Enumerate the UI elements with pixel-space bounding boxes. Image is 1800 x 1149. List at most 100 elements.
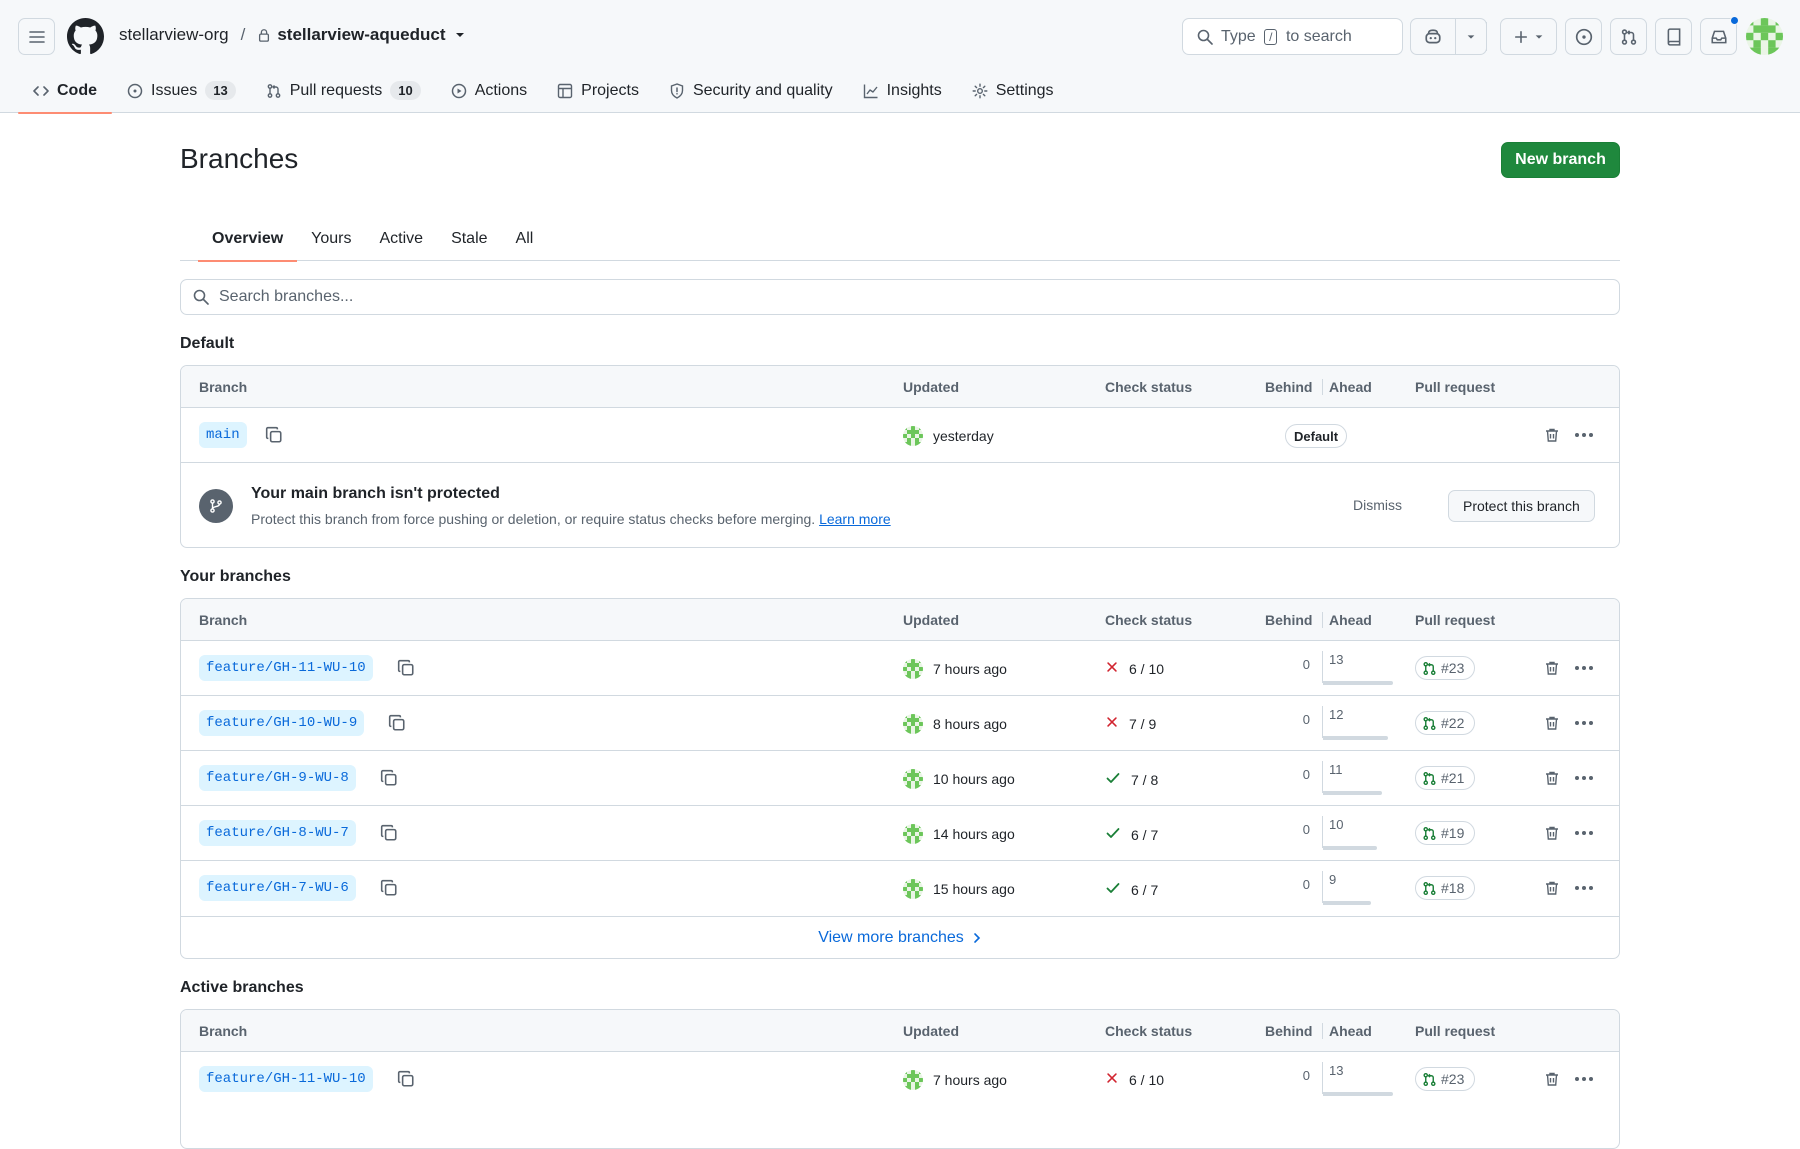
tab-issues[interactable]: Issues 13 bbox=[112, 68, 251, 113]
pull-request-link[interactable]: #18 bbox=[1415, 876, 1476, 900]
check-status[interactable]: 6 / 7 bbox=[1105, 825, 1158, 844]
branch-name-link[interactable]: feature/GH-10-WU-9 bbox=[199, 710, 365, 736]
pull-request-link[interactable]: #21 bbox=[1415, 766, 1476, 790]
ahead-bar bbox=[1323, 681, 1393, 685]
delete-branch-button[interactable] bbox=[1542, 1069, 1562, 1089]
tab-actions[interactable]: Actions bbox=[436, 68, 542, 113]
tab-security[interactable]: Security and quality bbox=[654, 68, 848, 113]
delete-branch-button[interactable] bbox=[1542, 425, 1562, 445]
git-pull-request-icon bbox=[1423, 661, 1436, 675]
copy-button[interactable] bbox=[378, 822, 400, 844]
github-logo-icon[interactable] bbox=[67, 18, 104, 55]
branch-name-link[interactable]: feature/GH-11-WU-10 bbox=[199, 1066, 373, 1092]
more-options-button[interactable] bbox=[1572, 713, 1596, 733]
check-status[interactable]: 7 / 9 bbox=[1105, 715, 1156, 732]
pull-requests-button[interactable] bbox=[1610, 18, 1647, 55]
ahead-bar bbox=[1323, 791, 1382, 795]
tab-settings[interactable]: Settings bbox=[957, 68, 1069, 113]
author-avatar[interactable] bbox=[903, 1070, 923, 1090]
branch-name-link[interactable]: feature/GH-11-WU-10 bbox=[199, 655, 373, 681]
default-badge: Default bbox=[1285, 424, 1348, 448]
branch-name-link[interactable]: feature/GH-8-WU-7 bbox=[199, 820, 356, 846]
copy-icon bbox=[380, 769, 397, 786]
copilot-dropdown-button[interactable] bbox=[1456, 19, 1486, 54]
branch-search-input[interactable] bbox=[219, 288, 1619, 306]
protect-description-text: Protect this branch from force pushing o… bbox=[251, 511, 816, 527]
tab-yours[interactable]: Yours bbox=[297, 216, 365, 261]
kebab-horizontal-icon bbox=[1575, 1077, 1593, 1081]
new-branch-button[interactable]: New branch bbox=[1501, 142, 1620, 178]
check-status[interactable]: 7 / 8 bbox=[1105, 770, 1158, 789]
col-check-status: Check status bbox=[1105, 612, 1193, 628]
tab-insights[interactable]: Insights bbox=[848, 68, 957, 113]
author-avatar[interactable] bbox=[903, 824, 923, 844]
more-options-button[interactable] bbox=[1572, 658, 1596, 678]
trash-icon bbox=[1546, 771, 1558, 785]
check-icon bbox=[1105, 825, 1121, 844]
more-options-button[interactable] bbox=[1572, 425, 1596, 445]
author-avatar[interactable] bbox=[903, 769, 923, 789]
tab-code[interactable]: Code bbox=[18, 68, 112, 114]
pull-request-number: #18 bbox=[1441, 880, 1465, 896]
check-status[interactable]: 6 / 7 bbox=[1105, 880, 1158, 899]
check-status[interactable]: 6 / 10 bbox=[1105, 1071, 1164, 1088]
branch-name-link[interactable]: feature/GH-7-WU-6 bbox=[199, 875, 356, 901]
copy-button[interactable] bbox=[395, 657, 417, 679]
delete-branch-button[interactable] bbox=[1542, 878, 1562, 898]
table-header: Branch Updated Check status Behind Ahead… bbox=[181, 366, 1619, 408]
tab-active[interactable]: Active bbox=[365, 216, 437, 261]
branch-name-link[interactable]: main bbox=[199, 422, 247, 448]
more-options-button[interactable] bbox=[1572, 768, 1596, 788]
copy-button[interactable] bbox=[395, 1068, 417, 1090]
col-updated: Updated bbox=[903, 612, 959, 628]
tab-stale[interactable]: Stale bbox=[437, 216, 501, 261]
check-count: 7 / 9 bbox=[1129, 715, 1157, 732]
user-avatar[interactable] bbox=[1746, 18, 1783, 55]
your-branches-table: Branch Updated Check status Behind Ahead… bbox=[180, 598, 1620, 959]
author-avatar[interactable] bbox=[903, 426, 923, 446]
tab-all[interactable]: All bbox=[502, 216, 548, 261]
create-new-button[interactable] bbox=[1500, 18, 1557, 55]
check-status[interactable]: 6 / 10 bbox=[1105, 660, 1164, 677]
repositories-button[interactable] bbox=[1655, 18, 1692, 55]
inbox-button[interactable] bbox=[1700, 16, 1739, 55]
copilot-button[interactable] bbox=[1411, 19, 1457, 54]
author-avatar[interactable] bbox=[903, 659, 923, 679]
plus-icon bbox=[1514, 30, 1527, 43]
trash-icon bbox=[1546, 428, 1558, 442]
copy-button[interactable] bbox=[386, 712, 408, 734]
author-avatar[interactable] bbox=[903, 714, 923, 734]
more-options-button[interactable] bbox=[1572, 823, 1596, 843]
delete-branch-button[interactable] bbox=[1542, 768, 1562, 788]
copy-button[interactable] bbox=[378, 767, 400, 789]
delete-branch-button[interactable] bbox=[1542, 658, 1562, 678]
delete-branch-button[interactable] bbox=[1542, 823, 1562, 843]
chevron-down-icon[interactable] bbox=[454, 29, 466, 41]
global-search[interactable]: Type / to search bbox=[1182, 18, 1403, 55]
pull-request-link[interactable]: #19 bbox=[1415, 821, 1476, 845]
tab-overview[interactable]: Overview bbox=[198, 216, 298, 262]
repo-link[interactable]: stellarview-aqueduct bbox=[257, 25, 446, 45]
table-header: Branch Updated Check status Behind Ahead… bbox=[181, 1010, 1619, 1052]
pull-request-link[interactable]: #23 bbox=[1415, 1067, 1476, 1091]
more-options-button[interactable] bbox=[1572, 878, 1596, 898]
copy-button[interactable] bbox=[263, 424, 285, 446]
protect-branch-button[interactable]: Protect this branch bbox=[1448, 490, 1595, 522]
learn-more-link[interactable]: Learn more bbox=[819, 511, 891, 527]
branch-name-link[interactable]: feature/GH-9-WU-8 bbox=[199, 765, 356, 791]
pull-request-link[interactable]: #23 bbox=[1415, 656, 1476, 680]
issues-button[interactable] bbox=[1565, 18, 1602, 55]
view-more-branches-link[interactable]: View more branches bbox=[181, 916, 1619, 958]
menu-button[interactable] bbox=[18, 18, 55, 55]
owner-link[interactable]: stellarview-org bbox=[119, 25, 229, 45]
tab-projects[interactable]: Projects bbox=[542, 68, 654, 113]
pull-request-link[interactable]: #22 bbox=[1415, 711, 1476, 735]
delete-branch-button[interactable] bbox=[1542, 713, 1562, 733]
ahead-bar bbox=[1323, 901, 1371, 905]
more-options-button[interactable] bbox=[1572, 1069, 1596, 1089]
trash-icon bbox=[1546, 881, 1558, 895]
tab-pull-requests[interactable]: Pull requests 10 bbox=[251, 68, 436, 113]
dismiss-button[interactable]: Dismiss bbox=[1353, 497, 1402, 513]
copy-button[interactable] bbox=[378, 877, 400, 899]
author-avatar[interactable] bbox=[903, 879, 923, 899]
